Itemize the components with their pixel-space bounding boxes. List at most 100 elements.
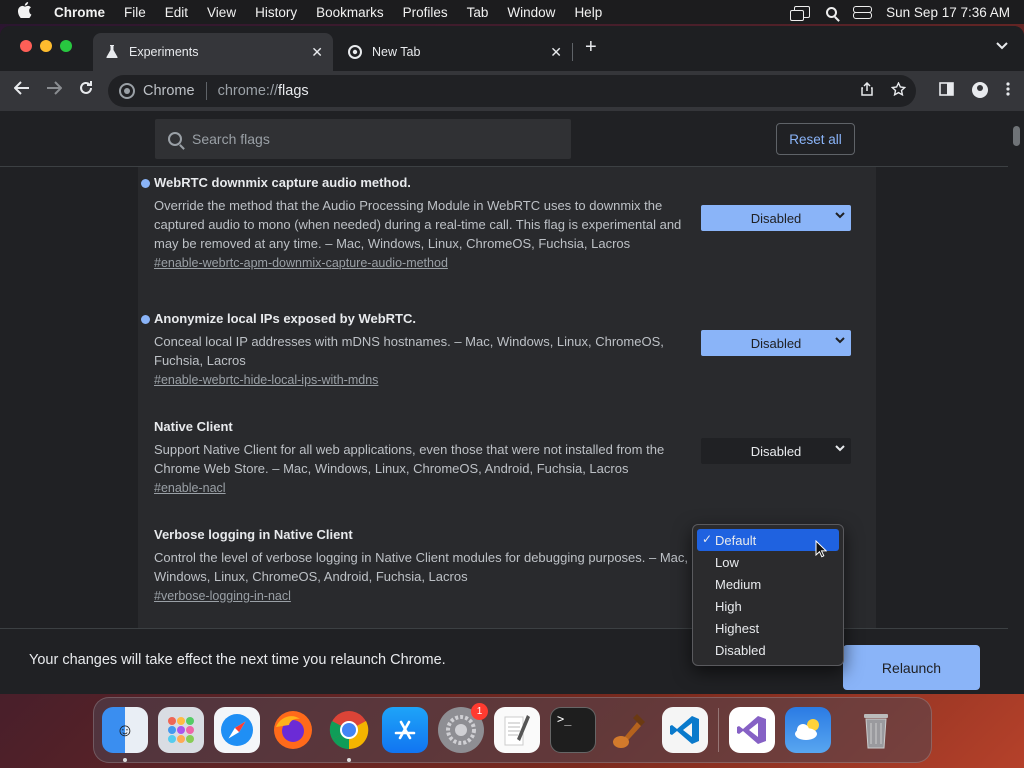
select-value: Disabled [750, 210, 802, 226]
modified-indicator-dot [141, 315, 150, 324]
forward-arrow-icon[interactable] [43, 80, 65, 100]
zoom-window-button[interactable] [60, 40, 72, 52]
menu-app-name[interactable]: Chrome [54, 5, 105, 20]
weather-icon[interactable] [785, 707, 831, 753]
chrome-site-icon[interactable] [119, 83, 135, 99]
apple-icon[interactable] [17, 2, 40, 22]
more-menu-icon[interactable] [1006, 82, 1010, 99]
firefox-icon[interactable] [270, 707, 316, 753]
chrome-window: Experiments ✕ New Tab ✕ + Chrome chrome:… [0, 26, 1024, 694]
macos-menu-bar: Chrome File Edit View History Bookmarks … [0, 0, 1024, 24]
window-controls [20, 40, 72, 52]
share-icon[interactable] [861, 81, 873, 99]
site-label: Chrome [143, 83, 195, 99]
close-window-button[interactable] [20, 40, 32, 52]
select-value: Disabled [750, 335, 802, 351]
experiment-select[interactable]: Disabled [701, 330, 851, 356]
relaunch-footer: Your changes will take effect the next t… [0, 628, 1008, 694]
address-bar[interactable]: Chrome chrome:// flags [108, 75, 916, 107]
experiment-description: Conceal local IP addresses with mDNS hos… [154, 334, 664, 368]
chevron-down-icon [835, 443, 845, 455]
control-center-icon[interactable] [853, 5, 873, 19]
experiment-select[interactable]: Disabled [701, 438, 851, 464]
dropdown-option-disabled[interactable]: Disabled [693, 639, 843, 661]
safari-icon[interactable] [214, 707, 260, 753]
new-tab-button[interactable]: + [585, 36, 597, 59]
experiment-permalink[interactable]: #enable-nacl [154, 481, 226, 495]
notification-badge: 1 [471, 703, 488, 720]
screen-mirroring-icon[interactable] [790, 6, 811, 21]
system-settings-icon[interactable]: 1 [438, 703, 488, 753]
menu-view[interactable]: View [207, 5, 236, 20]
experiment-webrtc-downmix: WebRTC downmix capture audio method. Ove… [141, 175, 854, 272]
tab-experiments[interactable]: Experiments ✕ [93, 33, 333, 71]
menu-window[interactable]: Window [507, 5, 555, 20]
visual-studio-code-icon[interactable] [662, 707, 708, 753]
search-flags-box[interactable] [155, 119, 571, 159]
reload-icon[interactable] [75, 80, 97, 101]
dock-separator [718, 708, 719, 752]
chevron-down-icon [835, 210, 845, 222]
macos-dock: ☺ 1 >_ [93, 697, 932, 763]
dropdown-option-high[interactable]: High [693, 595, 843, 617]
close-tab-icon[interactable]: ✕ [550, 44, 562, 61]
experiment-title: Anonymize local IPs exposed by WebRTC. [154, 311, 416, 326]
search-flags-input[interactable] [192, 131, 552, 147]
dropdown-option-medium[interactable]: Medium [693, 573, 843, 595]
experiment-title: WebRTC downmix capture audio method. [154, 175, 411, 190]
select-value: Disabled [750, 443, 802, 459]
experiment-description: Support Native Client for all web applic… [154, 442, 665, 476]
minimize-window-button[interactable] [40, 40, 52, 52]
menu-file[interactable]: File [124, 5, 146, 20]
search-icon [168, 132, 182, 146]
menubar-clock[interactable]: Sun Sep 17 7:36 AM [886, 5, 1010, 20]
menu-help[interactable]: Help [574, 5, 602, 20]
menu-tab[interactable]: Tab [467, 5, 489, 20]
spotlight-search-icon[interactable] [826, 6, 838, 18]
experiment-permalink[interactable]: #enable-webrtc-apm-downmix-capture-audio… [154, 256, 448, 270]
option-label: Default [715, 532, 757, 548]
tab-search-chevron-icon[interactable] [996, 39, 1008, 53]
relaunch-message: Your changes will take effect the next t… [29, 652, 446, 668]
finder-icon[interactable]: ☺ [102, 707, 148, 762]
bookmark-star-icon[interactable] [890, 81, 907, 99]
chrome-icon [348, 45, 362, 59]
textedit-icon[interactable] [494, 707, 540, 753]
trash-icon[interactable] [853, 707, 899, 753]
launchpad-icon[interactable] [158, 707, 204, 753]
flags-header: Reset all [0, 111, 1008, 167]
chrome-dock-icon[interactable] [326, 707, 372, 762]
dropdown-option-highest[interactable]: Highest [693, 617, 843, 639]
experiment-permalink[interactable]: #verbose-logging-in-nacl [154, 589, 291, 603]
side-panel-icon[interactable] [939, 82, 954, 99]
page-scrollbar[interactable] [1008, 111, 1024, 694]
flask-icon [105, 45, 119, 59]
experiment-description: Control the level of verbose logging in … [154, 550, 689, 584]
visual-studio-icon[interactable] [729, 707, 775, 753]
relaunch-button[interactable]: Relaunch [843, 645, 980, 690]
mouse-cursor-icon [815, 540, 827, 558]
tab-title: New Tab [372, 45, 421, 59]
back-arrow-icon[interactable] [11, 80, 33, 100]
experiment-description: Override the method that the Audio Proce… [154, 198, 682, 251]
menu-edit[interactable]: Edit [165, 5, 188, 20]
app-store-icon[interactable] [382, 707, 428, 753]
menu-history[interactable]: History [255, 5, 297, 20]
menu-profiles[interactable]: Profiles [403, 5, 448, 20]
chevron-down-icon [835, 335, 845, 347]
instruments-icon[interactable] [606, 707, 652, 753]
scrollbar-thumb[interactable] [1013, 126, 1020, 146]
running-indicator [347, 758, 351, 762]
close-tab-icon[interactable]: ✕ [311, 44, 323, 61]
menu-bookmarks[interactable]: Bookmarks [316, 5, 384, 20]
tab-new-tab[interactable]: New Tab ✕ [336, 33, 572, 71]
reset-all-button[interactable]: Reset all [776, 123, 855, 155]
terminal-icon[interactable]: >_ [550, 707, 596, 753]
profile-avatar-icon[interactable] [972, 82, 988, 98]
experiment-native-client: Native Client Support Native Client for … [154, 419, 854, 497]
running-indicator [123, 758, 127, 762]
url-scheme: chrome:// [217, 83, 279, 99]
experiment-select[interactable]: Disabled [701, 205, 851, 231]
experiment-anonymize-local-ips: Anonymize local IPs exposed by WebRTC. C… [141, 311, 854, 389]
experiment-permalink[interactable]: #enable-webrtc-hide-local-ips-with-mdns [154, 373, 378, 387]
